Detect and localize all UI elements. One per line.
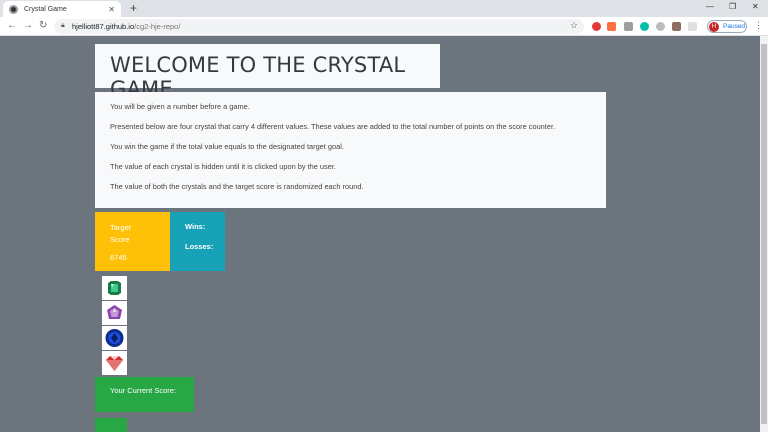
avatar: H bbox=[709, 21, 719, 32]
github-icon bbox=[9, 4, 18, 14]
restore-icon[interactable]: ❐ bbox=[729, 2, 736, 11]
url-path: /cg2-hje-repo/ bbox=[134, 22, 181, 31]
instructions-panel: You will be given a number before a game… bbox=[95, 92, 606, 208]
current-score-panel: Your Current Score: bbox=[95, 377, 194, 412]
grammarly-extension-icon[interactable] bbox=[640, 22, 649, 31]
url-host: hjelliott87.github.io bbox=[72, 22, 135, 31]
target-score-value: 6745 bbox=[110, 253, 127, 262]
lock-icon: 🔒︎ bbox=[61, 22, 65, 29]
losses-label: Losses: bbox=[185, 242, 214, 251]
target-score-label: Target Score bbox=[110, 223, 131, 244]
instruction-line: The value of both the crystals and the t… bbox=[110, 182, 364, 191]
profile-status: Paused bbox=[723, 23, 746, 30]
back-arrow-icon[interactable]: ← bbox=[7, 20, 17, 31]
instruction-line: The value of each crystal is hidden unti… bbox=[110, 162, 336, 171]
stats-panel: Wins: Losses: bbox=[170, 212, 225, 271]
reset-button[interactable] bbox=[95, 418, 127, 432]
browser-tab-bar: Crystal Game ✕ + — ❐ ✕ bbox=[0, 0, 768, 17]
purple-crystal-icon bbox=[107, 305, 122, 319]
blue-crystal-icon bbox=[105, 329, 124, 347]
red-crystal-icon bbox=[106, 356, 123, 371]
red-crystal-button[interactable] bbox=[102, 351, 127, 375]
minimize-icon[interactable]: — bbox=[706, 2, 714, 11]
profile-button[interactable]: H Paused bbox=[707, 20, 747, 33]
new-tab-button[interactable]: + bbox=[130, 1, 137, 15]
bookmark-star-icon[interactable]: ☆ bbox=[570, 20, 578, 31]
forward-arrow-icon[interactable]: → bbox=[23, 20, 33, 31]
target-score-panel: Target Score 6745 bbox=[95, 212, 170, 271]
address-bar[interactable]: 🔒︎ hjelliott87.github.io/cg2-hje-repo/ ☆ bbox=[54, 19, 584, 34]
scrollbar-thumb[interactable] bbox=[761, 44, 767, 424]
green-crystal-button[interactable] bbox=[102, 276, 127, 300]
reload-icon[interactable]: ↻ bbox=[39, 20, 47, 31]
green-crystal-icon bbox=[108, 281, 121, 295]
browser-toolbar: ← → ↻ 🔒︎ hjelliott87.github.io/cg2-hje-r… bbox=[0, 17, 768, 36]
instruction-line: Presented below are four crystal that ca… bbox=[110, 122, 556, 131]
title-jumbotron: WELCOME TO THE CRYSTAL GAME bbox=[95, 44, 440, 101]
page-scrollbar[interactable] bbox=[760, 36, 768, 432]
browser-menu-icon[interactable]: ⋮ bbox=[754, 20, 763, 31]
blue-crystal-button[interactable] bbox=[102, 326, 127, 350]
vue-extension-icon[interactable] bbox=[624, 22, 633, 31]
window-close-icon[interactable]: ✕ bbox=[752, 2, 759, 11]
instruction-line: You will be given a number before a game… bbox=[110, 102, 250, 111]
purple-crystal-button[interactable] bbox=[102, 301, 127, 325]
close-tab-icon[interactable]: ✕ bbox=[108, 5, 115, 14]
globe-extension-icon[interactable] bbox=[656, 22, 665, 31]
tab-title: Crystal Game bbox=[24, 5, 67, 13]
video-extension-icon[interactable] bbox=[607, 22, 616, 31]
puzzle-extension-icon[interactable] bbox=[688, 22, 697, 31]
adblock-extension-icon[interactable] bbox=[592, 22, 601, 31]
tab-crystal-game[interactable]: Crystal Game ✕ bbox=[3, 1, 121, 17]
notes-extension-icon[interactable] bbox=[672, 22, 681, 31]
instruction-line: You win the game if the total value equa… bbox=[110, 142, 344, 151]
wins-label: Wins: bbox=[185, 222, 206, 231]
url-text[interactable]: hjelliott87.github.io/cg2-hje-repo/ bbox=[72, 22, 180, 31]
current-score-label: Your Current Score: bbox=[110, 386, 177, 395]
